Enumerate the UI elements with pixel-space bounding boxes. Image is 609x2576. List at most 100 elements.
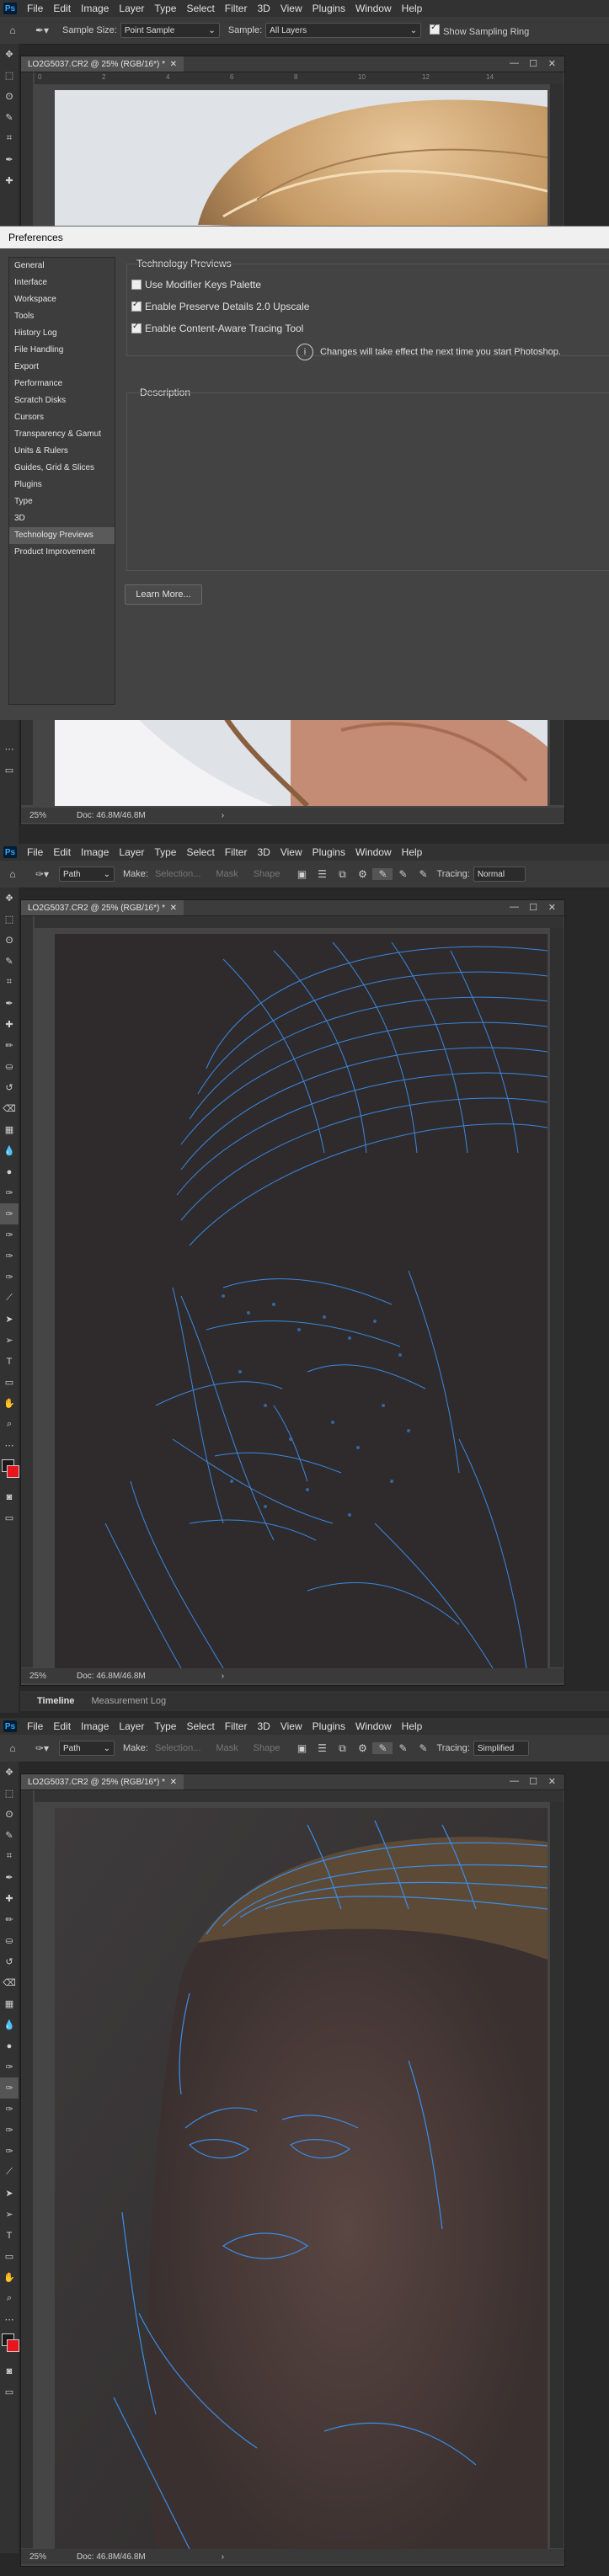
vertical-scrollbar[interactable]: [550, 1802, 564, 2548]
menu-file[interactable]: File: [27, 846, 43, 858]
learn-more-button[interactable]: Learn More...: [125, 584, 202, 605]
lasso-tool-icon[interactable]: ʘ: [0, 86, 19, 107]
blur-tool-icon[interactable]: 💧: [0, 2014, 19, 2035]
menu-3d[interactable]: 3D: [257, 1720, 270, 1732]
pen-tool-icon[interactable]: ✑: [0, 2056, 19, 2077]
sampling-ring-option[interactable]: Show Sampling Ring: [430, 23, 529, 37]
quick-select-icon[interactable]: ✎: [0, 951, 19, 972]
pref-item-cursors[interactable]: Cursors: [9, 409, 115, 426]
document-tab[interactable]: LO2G5037.CR2 @ 25% (RGB/16*) * ✕: [21, 56, 184, 72]
direct-select-icon[interactable]: ➢: [0, 1330, 19, 1351]
pref-item-interface[interactable]: Interface: [9, 275, 115, 291]
chevron-right-icon[interactable]: ›: [222, 2552, 224, 2562]
document-tab[interactable]: LO2G5037.CR2 @ 25% (RGB/16*) * ✕: [21, 900, 184, 915]
screen-mode-icon[interactable]: ▭: [0, 1507, 19, 1528]
rectangle-tool-icon[interactable]: ▭: [0, 1372, 19, 1393]
menu-layer[interactable]: Layer: [119, 846, 144, 858]
sample-size-select[interactable]: Point Sample ⌄: [120, 23, 220, 38]
menu-filter[interactable]: Filter: [225, 1720, 248, 1732]
menu-plugins[interactable]: Plugins: [313, 3, 345, 14]
quick-mask-icon[interactable]: ◙: [0, 1486, 19, 1507]
edit-toolbar-icon[interactable]: ⋯: [0, 739, 19, 760]
pref-item-tools[interactable]: Tools: [9, 308, 115, 325]
pref-item-file-handling[interactable]: File Handling: [9, 342, 115, 359]
hand-tool-icon[interactable]: ✋: [0, 2267, 19, 2288]
background-color-swatch[interactable]: [7, 2339, 19, 2352]
pen-tool-icon[interactable]: ✑▾: [25, 1742, 59, 1754]
zoom-level[interactable]: 25%: [29, 2552, 46, 2562]
menu-view[interactable]: View: [280, 1720, 302, 1732]
close-window-icon[interactable]: ✕: [548, 58, 556, 69]
home-icon[interactable]: ⌂: [0, 24, 25, 36]
pref-item-workspace[interactable]: Workspace: [9, 291, 115, 308]
pref-item-3d[interactable]: 3D: [9, 510, 115, 527]
pref-item-history-log[interactable]: History Log: [9, 325, 115, 342]
gradient-tool-icon[interactable]: ▦: [0, 1119, 19, 1140]
close-icon[interactable]: ✕: [170, 1778, 177, 1787]
menu-image[interactable]: Image: [81, 1720, 109, 1732]
option-preserve-details[interactable]: Enable Preserve Details 2.0 Upscale: [131, 300, 309, 312]
path-alignment-icon[interactable]: ☰: [312, 1742, 332, 1754]
menu-file[interactable]: File: [27, 1720, 43, 1732]
menu-filter[interactable]: Filter: [225, 3, 248, 14]
make-mask-button[interactable]: Mask: [216, 869, 238, 879]
lasso-tool-icon[interactable]: ʘ: [0, 930, 19, 951]
marquee-tool-icon[interactable]: ⬚: [0, 65, 19, 86]
minimize-icon[interactable]: —: [510, 902, 519, 912]
color-swatches[interactable]: [0, 2330, 19, 2360]
menu-image[interactable]: Image: [81, 3, 109, 14]
menu-select[interactable]: Select: [186, 3, 214, 14]
menu-help[interactable]: Help: [402, 3, 423, 14]
document-tab[interactable]: LO2G5037.CR2 @ 25% (RGB/16*) * ✕: [21, 1774, 184, 1789]
quick-select-icon[interactable]: ✎: [0, 107, 19, 128]
gear-icon[interactable]: ⚙: [352, 1742, 372, 1754]
healing-brush-icon[interactable]: ✚: [0, 1888, 19, 1909]
pen-tool-icon[interactable]: ✑▾: [25, 868, 59, 880]
pref-item-type[interactable]: Type: [9, 493, 115, 510]
menu-window[interactable]: Window: [355, 846, 392, 858]
dodge-tool-icon[interactable]: ●: [0, 2035, 19, 2056]
tracing-mode-3-icon[interactable]: ✎: [413, 1742, 433, 1754]
blur-tool-icon[interactable]: 💧: [0, 1140, 19, 1161]
maximize-icon[interactable]: ☐: [529, 1776, 537, 1787]
eyedropper-icon[interactable]: ✒▾: [25, 24, 59, 36]
pref-item-units-rulers[interactable]: Units & Rulers: [9, 443, 115, 460]
sampling-ring-checkbox[interactable]: [430, 23, 441, 35]
tracing-mode-2-icon[interactable]: ✎: [393, 1742, 413, 1754]
tracing-mode-1-icon[interactable]: ✎: [372, 1742, 393, 1754]
menu-filter[interactable]: Filter: [225, 846, 248, 858]
mode-select[interactable]: Path ⌄: [59, 867, 115, 882]
type-tool-icon[interactable]: T: [0, 1351, 19, 1372]
menu-select[interactable]: Select: [186, 846, 214, 858]
tracing-select[interactable]: Normal: [473, 867, 526, 882]
close-window-icon[interactable]: ✕: [548, 902, 556, 913]
eyedropper-tool-icon[interactable]: ✒: [0, 149, 19, 170]
add-anchor-icon[interactable]: ✑: [0, 1267, 19, 1288]
eyedropper-tool-icon[interactable]: ✒: [0, 993, 19, 1014]
pref-item-guides[interactable]: Guides, Grid & Slices: [9, 460, 115, 477]
menu-type[interactable]: Type: [154, 1720, 176, 1732]
menu-window[interactable]: Window: [355, 3, 392, 14]
tracing-mode-3-icon[interactable]: ✎: [413, 868, 433, 880]
maximize-icon[interactable]: ☐: [529, 902, 537, 913]
menu-3d[interactable]: 3D: [257, 3, 270, 14]
make-selection-button[interactable]: Selection...: [155, 1743, 200, 1753]
path-operations-icon[interactable]: ▣: [291, 1742, 312, 1754]
convert-point-icon[interactable]: ⟋: [0, 1288, 19, 1309]
content-aware-tracing-checkbox[interactable]: [131, 322, 142, 333]
add-anchor-icon[interactable]: ✑: [0, 2141, 19, 2162]
menu-window[interactable]: Window: [355, 1720, 392, 1732]
clone-stamp-icon[interactable]: ⛀: [0, 1056, 19, 1077]
close-window-icon[interactable]: ✕: [548, 1776, 556, 1787]
menu-edit[interactable]: Edit: [53, 1720, 71, 1732]
history-brush-icon[interactable]: ↺: [0, 1077, 19, 1098]
direct-select-icon[interactable]: ➢: [0, 2204, 19, 2225]
crop-tool-icon[interactable]: ⌗: [0, 972, 19, 993]
hand-tool-icon[interactable]: ✋: [0, 1393, 19, 1414]
menu-plugins[interactable]: Plugins: [313, 846, 345, 858]
menu-type[interactable]: Type: [154, 3, 176, 14]
color-swatches[interactable]: [0, 1456, 19, 1486]
path-arrangement-icon[interactable]: ⧉: [332, 868, 352, 881]
tracing-mode-2-icon[interactable]: ✎: [393, 868, 413, 880]
pref-item-scratch-disks[interactable]: Scratch Disks: [9, 392, 115, 409]
